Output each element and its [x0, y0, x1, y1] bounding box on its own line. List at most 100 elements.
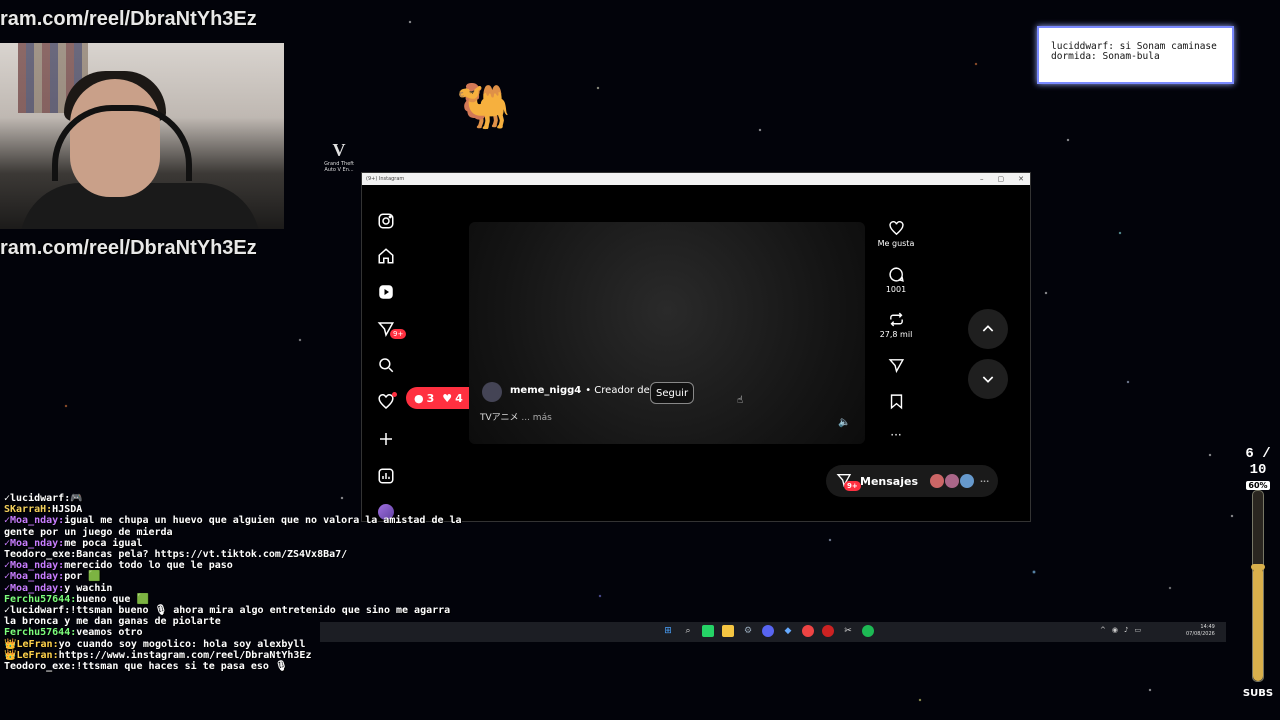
chat-message: Ferchu57644:bueno que 🟩	[4, 594, 464, 605]
tts-alert-box: luciddwarf: si Sonam caminase dormida: S…	[1037, 26, 1234, 84]
comments-count: 1001	[885, 285, 907, 294]
dashboard-icon[interactable]	[376, 466, 396, 486]
chat-username: ✓Moa_nday:	[4, 571, 65, 583]
chat-message: Teodoro_exe:Bancas pela? https://vt.tikt…	[4, 549, 464, 560]
network-icon[interactable]: ◉	[1112, 626, 1118, 634]
chat-username: Ferchu57644:	[4, 627, 77, 639]
chat-text: bueno que 🟩	[76, 593, 149, 605]
repost-action[interactable]: 27,8 mil	[872, 311, 920, 339]
chat-username: SKarraH:	[4, 504, 53, 516]
chat-message: ✓Moa_nday:igual me chupa un huevo que al…	[4, 515, 464, 537]
maximize-button[interactable]: ▢	[998, 173, 1005, 185]
share-icon	[888, 359, 904, 374]
spotify-icon[interactable]	[862, 625, 874, 637]
sub-goal-fill	[1253, 567, 1263, 681]
chevron-up-icon	[982, 325, 994, 332]
file-explorer-icon[interactable]	[722, 625, 734, 637]
chat-message: ✓Moa_nday:por 🟩	[4, 571, 464, 582]
chat-message: ✓Moa_nday:merecido todo lo que le paso	[4, 560, 464, 571]
discord-icon[interactable]	[762, 625, 774, 637]
chat-username: Teodoro_exe:	[4, 661, 77, 673]
chat-avatar	[945, 474, 959, 488]
repost-icon	[889, 312, 903, 327]
messages-bar-badge: 9+	[844, 481, 861, 491]
chat-avatar	[960, 474, 974, 488]
camel-sticker: 🐫	[456, 81, 511, 132]
comment-action[interactable]: 1001	[872, 266, 920, 294]
create-icon[interactable]	[376, 429, 396, 449]
follow-button[interactable]: Seguir	[650, 382, 695, 404]
capcut-icon[interactable]: ✂	[842, 625, 854, 637]
instagram-logo-icon[interactable]	[376, 211, 396, 231]
battery-icon[interactable]: ▭	[1134, 626, 1141, 634]
reels-icon[interactable]	[376, 282, 396, 302]
taskbar-clock[interactable]: 14:49 07/08/2026	[1186, 624, 1215, 638]
messages-badge: 9+	[390, 329, 407, 339]
comment-icon	[888, 267, 904, 282]
steam-icon[interactable]: ⚙	[742, 625, 754, 637]
like-action[interactable]: Me gusta	[872, 220, 920, 248]
gta-desktop-shortcut[interactable]: V Grand Theft Auto V En...	[322, 140, 356, 173]
more-chats[interactable]: ···	[980, 477, 989, 486]
chat-username: 👑LeFran:	[4, 649, 59, 661]
system-tray: ^ ◉ ♪ ▭	[1100, 626, 1141, 634]
sub-goal-percent: 60%	[1246, 481, 1270, 490]
volume-icon[interactable]: 🔈	[838, 417, 850, 428]
reel-url-overlay-bottom: ram.com/reel/DbraNtYh3Ez	[0, 237, 257, 259]
chat-text: merecido todo lo que le paso	[64, 560, 233, 572]
heart-icon: ♥	[442, 391, 453, 405]
minimize-button[interactable]: –	[980, 173, 984, 185]
chat-username: ✓Moa_nday:	[4, 515, 65, 527]
reel-url-overlay-top: ram.com/reel/DbraNtYh3Ez	[0, 8, 257, 30]
save-action[interactable]	[872, 393, 920, 412]
share-action[interactable]	[872, 357, 920, 376]
caption-text: TVアニメ	[480, 413, 519, 423]
chrome-icon[interactable]	[802, 625, 814, 637]
chat-text: !ttsman que haces si te pasa eso 🎙	[76, 661, 288, 673]
chat-username: ✓Moa_nday:	[4, 537, 65, 549]
caption-more-link[interactable]: ... más	[521, 413, 551, 423]
reposts-count: 27,8 mil	[879, 330, 913, 339]
chat-message: 👑LeFran:yo cuando soy mogolico: hola soy…	[4, 639, 464, 650]
app-icon[interactable]: ◆	[782, 625, 794, 637]
like-label: Me gusta	[877, 239, 915, 248]
chat-text: 🎮	[70, 493, 83, 504]
search-icon[interactable]: ⌕	[682, 625, 694, 637]
messages-bar[interactable]: 9+ Mensajes ···	[826, 465, 998, 497]
notifications-heart-icon[interactable]	[376, 392, 397, 412]
chat-username: ✓Moa_nday:	[4, 582, 65, 594]
windows-start-icon[interactable]: ⊞	[662, 625, 674, 637]
chat-text: HJSDA	[52, 504, 83, 516]
more-options-button[interactable]: ···	[872, 428, 920, 442]
mouse-cursor-icon: ☝	[737, 395, 744, 406]
chat-message: ✓Moa_nday:me poca igual	[4, 538, 464, 549]
reel-author: meme_nigg4 • Creador de IA	[510, 385, 663, 396]
messages-icon[interactable]: 9+	[376, 319, 407, 339]
comments-notification: ● 3	[414, 391, 435, 405]
chat-text: veamos otro	[76, 627, 143, 639]
comment-bubble-icon: ●	[414, 391, 424, 405]
author-username[interactable]: meme_nigg4	[510, 385, 581, 396]
gta-logo-icon: V	[332, 140, 346, 160]
next-reel-button[interactable]	[968, 359, 1008, 399]
chevron-up-icon[interactable]: ^	[1100, 626, 1106, 634]
chat-message: ✓lucidwarf:!ttsman bueno 🎙 ahora mira al…	[4, 605, 464, 627]
close-button[interactable]: ✕	[1018, 173, 1024, 185]
clock-time: 14:49	[1200, 624, 1215, 630]
author-avatar[interactable]	[482, 382, 502, 402]
previous-reel-button[interactable]	[968, 309, 1008, 349]
chat-avatar	[930, 474, 944, 488]
opera-icon[interactable]	[822, 625, 834, 637]
whatsapp-icon[interactable]	[702, 625, 714, 637]
taskbar-apps: ⊞ ⌕ ⚙ ◆ ✂	[662, 625, 874, 637]
volume-icon[interactable]: ♪	[1124, 626, 1128, 634]
messages-icon: 9+	[836, 472, 861, 491]
chat-message: Teodoro_exe:!ttsman que haces si te pasa…	[4, 661, 464, 672]
reel-caption: TVアニメ ... más	[480, 410, 552, 423]
search-icon[interactable]	[376, 355, 396, 375]
notifications-dot	[392, 392, 397, 397]
chat-username: ✓lucidwarf:	[4, 605, 71, 617]
chat-message: Ferchu57644:veamos otro	[4, 627, 464, 638]
window-titlebar[interactable]: (9+) Instagram – ▢ ✕	[362, 173, 1030, 185]
home-icon[interactable]	[376, 246, 396, 266]
